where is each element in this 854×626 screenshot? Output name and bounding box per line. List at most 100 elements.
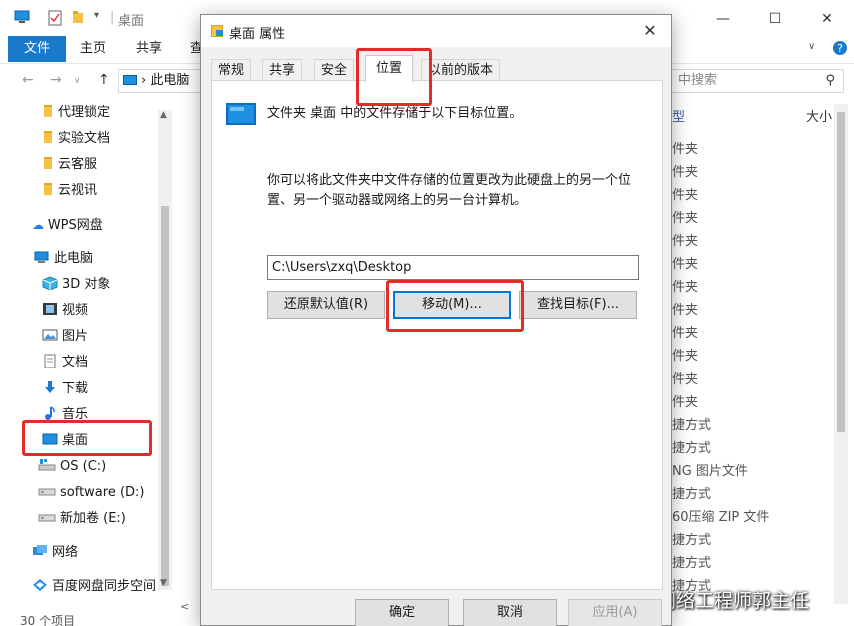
scroll-down-icon[interactable]: ▼ <box>160 578 167 588</box>
nav-item-videos[interactable]: 视频 <box>42 299 88 323</box>
computer-icon <box>34 251 49 263</box>
dialog-tabs: 常规 共享 安全 位置 以前的版本 <box>211 55 663 82</box>
file-row-type[interactable]: 件夹 <box>672 322 698 341</box>
nav-item-yunshixun[interactable]: 云视讯 <box>44 179 97 203</box>
windows-drive-icon <box>38 459 56 471</box>
maximize-button[interactable]: ☐ <box>752 6 798 32</box>
file-row-type[interactable]: 件夹 <box>672 299 698 318</box>
file-row-type[interactable]: NG 图片文件 <box>672 460 748 479</box>
nav-item-label: 视频 <box>62 303 89 318</box>
nav-item-label: 实验文档 <box>58 131 111 146</box>
tab-previous-versions[interactable]: 以前的版本 <box>421 59 501 81</box>
nav-item-baidu-sync[interactable]: 百度网盘同步空间 <box>32 575 156 599</box>
file-row-type[interactable]: 60压缩 ZIP 文件 <box>672 506 769 525</box>
folder-icon <box>44 157 52 169</box>
nav-item-music[interactable]: 音乐 <box>42 403 88 427</box>
column-header-type[interactable]: 型 <box>672 106 685 125</box>
desktop-folder-icon <box>226 103 256 125</box>
file-row-type[interactable]: 件夹 <box>672 138 698 157</box>
dialog-title: 桌面 属性 <box>229 27 286 42</box>
nav-item-drive-c[interactable]: OS (C:) <box>38 455 106 479</box>
new-folder-icon[interactable] <box>72 10 84 28</box>
restore-default-button[interactable]: 还原默认值(R) <box>267 291 385 319</box>
file-row-type[interactable]: 捷方式 <box>672 552 711 571</box>
forward-arrow-icon[interactable]: → <box>50 72 62 88</box>
nav-item-yunkefu[interactable]: 云客服 <box>44 153 97 177</box>
file-row-type[interactable]: 捷方式 <box>672 437 711 456</box>
file-list-visible-part: 型 大小 件夹 件夹 件夹 件夹 件夹 件夹 件夹 件夹 件夹 件夹 件夹 件夹 捷方式 捷方式 NG 图片… <box>672 98 854 626</box>
nav-item-documents[interactable]: 文档 <box>42 351 88 375</box>
file-row-type[interactable]: 捷方式 <box>672 483 711 502</box>
ribbon-tab-share[interactable]: 共享 <box>136 36 162 62</box>
move-button[interactable]: 移动(M)... <box>393 291 511 319</box>
cancel-button[interactable]: 取消 <box>463 599 557 626</box>
file-row-type[interactable]: 捷方式 <box>672 414 711 433</box>
nav-item-drive-e[interactable]: 新加卷 (E:) <box>38 507 126 531</box>
content-scrollbar[interactable] <box>834 104 848 604</box>
breadcrumb-this-pc[interactable]: 此电脑 <box>150 73 189 88</box>
file-row-type[interactable]: 件夹 <box>672 391 698 410</box>
up-arrow-icon[interactable]: ↑ <box>98 72 110 88</box>
music-icon <box>45 406 55 420</box>
close-button[interactable]: ✕ <box>804 6 850 32</box>
nav-item-this-pc[interactable]: 此电脑 <box>34 247 93 271</box>
file-row-type[interactable]: 件夹 <box>672 207 698 226</box>
scroll-up-icon[interactable]: ▲ <box>160 110 167 120</box>
address-field[interactable]: › 此电脑 <box>118 69 200 93</box>
recent-dropdown-icon[interactable]: ∨ <box>74 76 81 86</box>
nav-item-desktop[interactable]: 桌面 <box>42 429 88 453</box>
nav-item-3d[interactable]: 3D 对象 <box>42 273 110 297</box>
nav-item-drive-d[interactable]: software (D:) <box>38 481 145 505</box>
file-row-type[interactable]: 件夹 <box>672 230 698 249</box>
breadcrumb-separator: › <box>141 73 147 88</box>
nav-item-pictures[interactable]: 图片 <box>42 325 88 349</box>
back-arrow-icon[interactable]: ← <box>22 72 34 88</box>
cloud-icon: ☁ <box>32 218 48 232</box>
location-path-input[interactable] <box>267 255 639 280</box>
nav-scroll-thumb[interactable] <box>161 206 169 586</box>
nav-scrollbar[interactable]: ▲ ▼ <box>158 110 172 590</box>
nav-item-label: 云视讯 <box>58 183 98 198</box>
file-row-type[interactable]: 件夹 <box>672 253 698 272</box>
dialog-close-button[interactable]: ✕ <box>637 20 663 42</box>
file-row-type[interactable]: 件夹 <box>672 276 698 295</box>
baidu-icon <box>33 579 47 591</box>
nav-item-shiyan[interactable]: 实验文档 <box>44 127 110 151</box>
location-tab-panel: 文件夹 桌面 中的文件存储于以下目标位置。 你可以将此文件夹中文件存储的位置更改… <box>211 80 663 590</box>
file-row-type[interactable]: 件夹 <box>672 368 698 387</box>
search-input[interactable]: 中搜索 ⚲ <box>672 69 844 93</box>
file-row-type[interactable]: 件夹 <box>672 161 698 180</box>
nav-item-label: 桌面 <box>62 433 89 448</box>
ribbon-tab-home[interactable]: 主页 <box>80 36 106 62</box>
ribbon-file-tab[interactable]: 文件 <box>8 36 66 62</box>
nav-item-daili[interactable]: 代理锁定 <box>44 101 110 125</box>
nav-item-network[interactable]: 网络 <box>32 541 78 565</box>
nav-item-label: 新加卷 (E:) <box>60 511 126 526</box>
tab-general[interactable]: 常规 <box>211 59 252 81</box>
drive-icon <box>38 514 56 522</box>
properties-icon[interactable] <box>48 10 62 30</box>
file-row-type[interactable]: 件夹 <box>672 345 698 364</box>
file-row-type[interactable]: 捷方式 <box>672 529 711 548</box>
nav-item-label: WPS网盘 <box>47 218 103 233</box>
apply-button[interactable]: 应用(A) <box>568 599 662 626</box>
content-scroll-thumb[interactable] <box>837 112 845 432</box>
ribbon-expand-icon[interactable]: ∨ <box>808 41 815 52</box>
tab-location[interactable]: 位置 <box>365 55 414 82</box>
ok-button[interactable]: 确定 <box>355 599 449 626</box>
nav-item-label: 代理锁定 <box>58 105 111 120</box>
quick-access-dropdown-icon[interactable]: ▾ <box>94 10 99 21</box>
help-icon[interactable]: ? <box>832 40 848 60</box>
column-header-size[interactable]: 大小 <box>806 106 832 125</box>
file-row-type[interactable]: 件夹 <box>672 184 698 203</box>
search-icon[interactable]: ⚲ <box>825 70 835 92</box>
svg-text:?: ? <box>837 42 843 55</box>
tab-security[interactable]: 安全 <box>314 59 355 81</box>
properties-dialog: 桌面 属性 ✕ 常规 共享 安全 位置 以前的版本 文件夹 桌面 中的文件存储于… <box>200 14 672 626</box>
nav-item-downloads[interactable]: 下载 <box>42 377 88 401</box>
minimize-button[interactable]: — <box>700 6 746 32</box>
tab-sharing[interactable]: 共享 <box>262 59 303 81</box>
scroll-left-icon[interactable]: < <box>180 600 189 613</box>
nav-item-wps[interactable]: ☁ WPS网盘 <box>32 213 103 237</box>
find-target-button[interactable]: 查找目标(F)... <box>519 291 637 319</box>
